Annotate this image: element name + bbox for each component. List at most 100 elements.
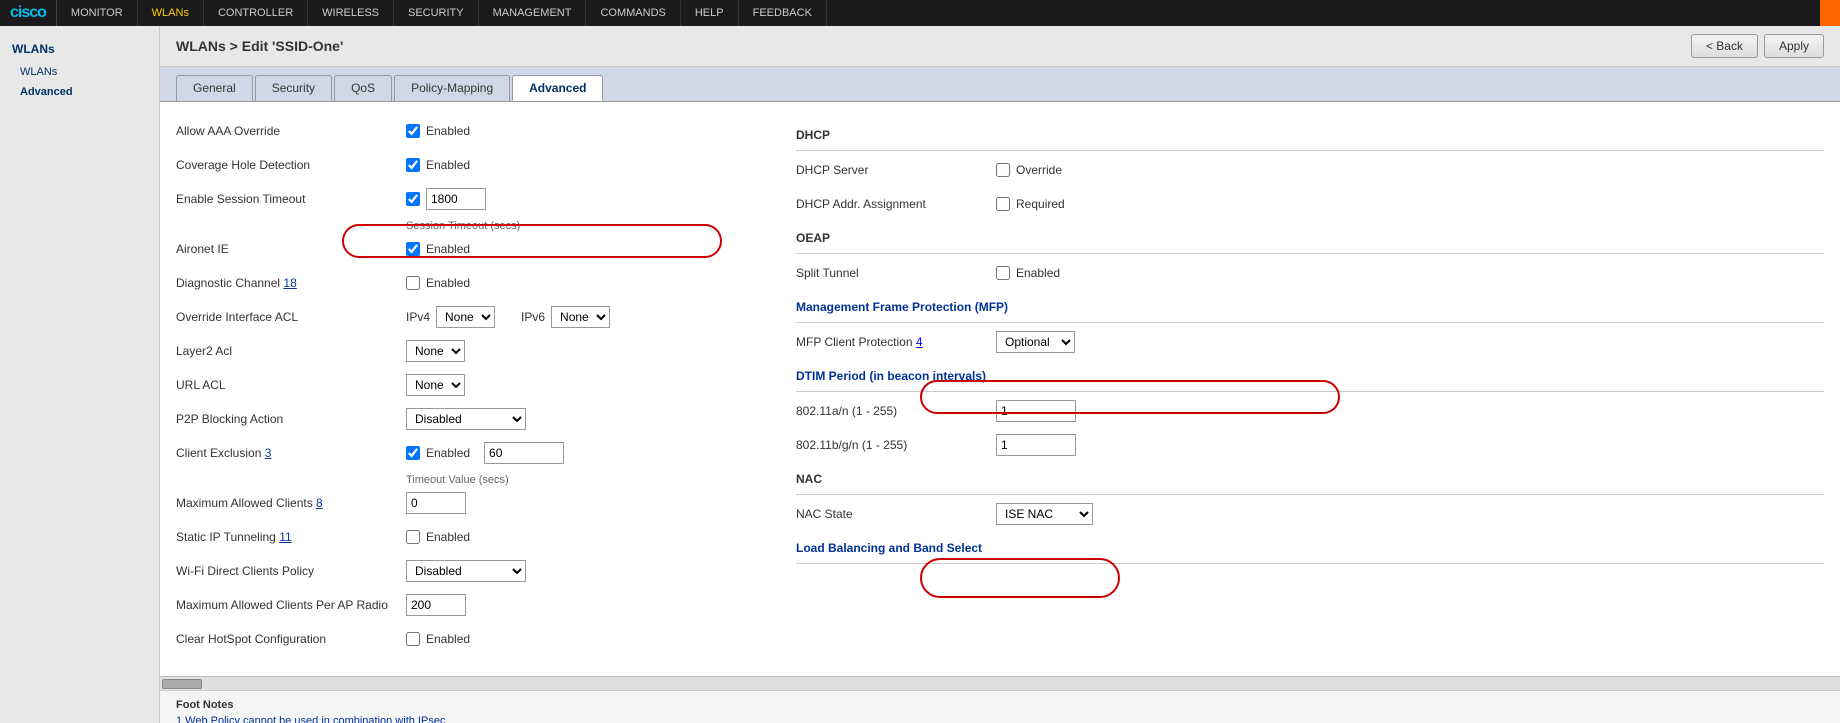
client-exclusion-value: Enabled bbox=[406, 442, 564, 464]
coverage-hole-enabled-label: Enabled bbox=[426, 158, 470, 172]
max-clients-ap-label: Maximum Allowed Clients Per AP Radio bbox=[176, 598, 406, 612]
footnote-1-link[interactable]: 1 Web Policy cannot be used in combinati… bbox=[176, 715, 445, 723]
sidebar-item-wlans[interactable]: WLANs bbox=[0, 62, 159, 82]
ipv4-label: IPv4 bbox=[406, 310, 430, 324]
split-tunnel-enabled-label: Enabled bbox=[1016, 266, 1060, 280]
layer2-acl-row: Layer2 Acl None bbox=[176, 338, 756, 364]
wifi-direct-row: Wi-Fi Direct Clients Policy Disabled bbox=[176, 558, 756, 584]
nac-state-row: NAC State ISE NAC Radius NAC None bbox=[796, 501, 1824, 527]
allow-aaa-label: Allow AAA Override bbox=[176, 124, 406, 138]
h-scroll-thumb[interactable] bbox=[162, 679, 202, 689]
split-tunnel-row: Split Tunnel Enabled bbox=[796, 260, 1824, 286]
nav-items: MONITOR WLANs CONTROLLER WIRELESS SECURI… bbox=[57, 0, 827, 26]
ipv6-select[interactable]: None bbox=[551, 306, 610, 328]
nav-feedback[interactable]: FEEDBACK bbox=[739, 0, 827, 26]
nac-state-select[interactable]: ISE NAC Radius NAC None bbox=[996, 503, 1093, 525]
header-buttons: < Back Apply bbox=[1691, 34, 1824, 58]
session-timeout-sub-label: Session Timeout (secs) bbox=[406, 220, 756, 232]
max-clients-value bbox=[406, 492, 466, 514]
coverage-hole-checkbox[interactable] bbox=[406, 158, 420, 172]
dhcp-server-label: DHCP Server bbox=[796, 163, 996, 177]
aironet-ie-checkbox[interactable] bbox=[406, 242, 420, 256]
client-exclusion-input[interactable] bbox=[484, 442, 564, 464]
footnotes-title: Foot Notes bbox=[176, 699, 1824, 711]
form-content: Allow AAA Override Enabled Coverage Hole… bbox=[160, 102, 1840, 676]
max-clients-ap-input[interactable] bbox=[406, 594, 466, 616]
tab-qos[interactable]: QoS bbox=[334, 75, 392, 101]
diagnostic-channel-checkbox[interactable] bbox=[406, 276, 420, 290]
split-tunnel-label: Split Tunnel bbox=[796, 266, 996, 280]
static-ip-checkbox[interactable] bbox=[406, 530, 420, 544]
diagnostic-channel-enabled-label: Enabled bbox=[426, 276, 470, 290]
80211an-value bbox=[996, 400, 1076, 422]
nav-wireless[interactable]: WIRELESS bbox=[308, 0, 394, 26]
client-exclusion-row: Client Exclusion 3 Enabled bbox=[176, 440, 756, 466]
p2p-blocking-select[interactable]: Disabled bbox=[406, 408, 526, 430]
sidebar-item-advanced[interactable]: Advanced bbox=[0, 82, 159, 102]
max-clients-link[interactable]: 8 bbox=[316, 496, 323, 510]
mfp-section-header: Management Frame Protection (MFP) bbox=[796, 300, 1824, 316]
clear-hotspot-checkbox[interactable] bbox=[406, 632, 420, 646]
80211bgn-input[interactable] bbox=[996, 434, 1076, 456]
split-tunnel-checkbox[interactable] bbox=[996, 266, 1010, 280]
main-content: WLANs > Edit 'SSID-One' < Back Apply Gen… bbox=[160, 26, 1840, 723]
clear-hotspot-enabled-label: Enabled bbox=[426, 632, 470, 646]
nav-security[interactable]: SECURITY bbox=[394, 0, 479, 26]
diagnostic-channel-row: Diagnostic Channel 18 Enabled bbox=[176, 270, 756, 296]
clear-hotspot-row: Clear HotSpot Configuration Enabled bbox=[176, 626, 756, 652]
clear-hotspot-value: Enabled bbox=[406, 632, 470, 646]
client-exclusion-link[interactable]: 3 bbox=[265, 446, 272, 460]
back-button[interactable]: < Back bbox=[1691, 34, 1758, 58]
diagnostic-channel-link[interactable]: 18 bbox=[283, 276, 296, 290]
apply-button[interactable]: Apply bbox=[1764, 34, 1824, 58]
mfp-client-label: MFP Client Protection 4 bbox=[796, 335, 996, 349]
static-ip-link[interactable]: 11 bbox=[279, 530, 291, 544]
aironet-ie-label: Aironet IE bbox=[176, 242, 406, 256]
aironet-ie-row: Aironet IE Enabled bbox=[176, 236, 756, 262]
ipv4-select[interactable]: None bbox=[436, 306, 495, 328]
nav-controller[interactable]: CONTROLLER bbox=[204, 0, 308, 26]
max-clients-row: Maximum Allowed Clients 8 bbox=[176, 490, 756, 516]
tab-security[interactable]: Security bbox=[255, 75, 332, 101]
allow-aaa-row: Allow AAA Override Enabled bbox=[176, 118, 756, 144]
tab-advanced[interactable]: Advanced bbox=[512, 75, 603, 101]
horizontal-scrollbar[interactable] bbox=[160, 676, 1840, 690]
session-timeout-input[interactable] bbox=[426, 188, 486, 210]
page-header: WLANs > Edit 'SSID-One' < Back Apply bbox=[160, 26, 1840, 67]
aironet-ie-value: Enabled bbox=[406, 242, 470, 256]
nav-commands[interactable]: COMMANDS bbox=[586, 0, 680, 26]
session-timeout-checkbox[interactable] bbox=[406, 192, 420, 206]
nav-wlans[interactable]: WLANs bbox=[138, 0, 204, 26]
layer2-acl-select[interactable]: None bbox=[406, 340, 465, 362]
client-exclusion-checkbox[interactable] bbox=[406, 446, 420, 460]
dhcp-addr-label: DHCP Addr. Assignment bbox=[796, 197, 996, 211]
dhcp-server-checkbox[interactable] bbox=[996, 163, 1010, 177]
dhcp-addr-checkbox[interactable] bbox=[996, 197, 1010, 211]
nav-monitor[interactable]: MONITOR bbox=[57, 0, 138, 26]
max-clients-input[interactable] bbox=[406, 492, 466, 514]
layer2-acl-label: Layer2 Acl bbox=[176, 344, 406, 358]
client-exclusion-label: Client Exclusion 3 bbox=[176, 446, 406, 460]
footnotes: Foot Notes 1 Web Policy cannot be used i… bbox=[160, 690, 1840, 723]
footnote-1: 1 Web Policy cannot be used in combinati… bbox=[176, 715, 1824, 723]
dhcp-server-override-label: Override bbox=[1016, 163, 1062, 177]
80211an-input[interactable] bbox=[996, 400, 1076, 422]
page-title: WLANs > Edit 'SSID-One' bbox=[176, 38, 343, 54]
mfp-client-link[interactable]: 4 bbox=[916, 335, 923, 349]
session-timeout-label: Enable Session Timeout bbox=[176, 192, 406, 206]
allow-aaa-checkbox[interactable] bbox=[406, 124, 420, 138]
mfp-client-row: MFP Client Protection 4 Optional Require… bbox=[796, 329, 1824, 355]
dhcp-addr-value: Required bbox=[996, 197, 1065, 211]
tab-policy-mapping[interactable]: Policy-Mapping bbox=[394, 75, 510, 101]
nav-management[interactable]: MANAGEMENT bbox=[479, 0, 587, 26]
nac-state-label: NAC State bbox=[796, 507, 996, 521]
mfp-client-select[interactable]: Optional Required Disabled bbox=[996, 331, 1075, 353]
dhcp-server-row: DHCP Server Override bbox=[796, 157, 1824, 183]
tab-general[interactable]: General bbox=[176, 75, 253, 101]
url-acl-label: URL ACL bbox=[176, 378, 406, 392]
wifi-direct-value: Disabled bbox=[406, 560, 526, 582]
corner-indicator bbox=[1820, 0, 1840, 26]
wifi-direct-select[interactable]: Disabled bbox=[406, 560, 526, 582]
nav-help[interactable]: HELP bbox=[681, 0, 739, 26]
url-acl-select[interactable]: None bbox=[406, 374, 465, 396]
